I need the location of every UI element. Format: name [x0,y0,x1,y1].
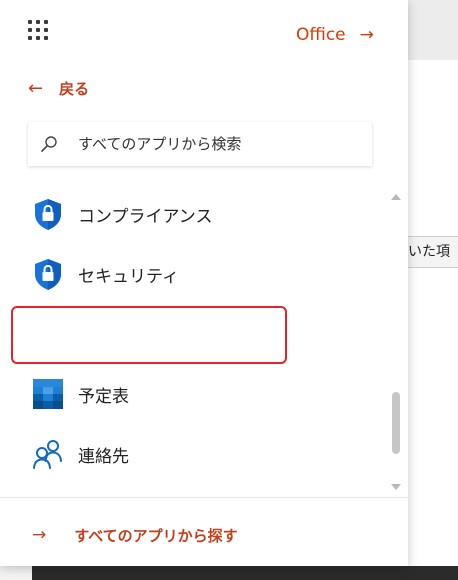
scroll-thumb[interactable] [392,392,400,454]
scroll-up-icon[interactable] [391,194,401,200]
app-item-admin[interactable]: A 管理 [0,304,380,364]
explore-all-apps-label: すべてのアプリから探す [74,526,238,545]
search-input[interactable] [76,134,370,154]
background-content [400,60,458,566]
back-label: 戻る [59,79,90,98]
search-box[interactable] [28,122,372,166]
app-launcher-panel: Office → ← 戻る コンプライアンス [0,0,408,566]
app-item-compliance[interactable]: コンプライアンス [0,184,380,244]
app-list-scrollbar[interactable] [388,190,404,494]
office-link[interactable]: Office → [296,24,374,46]
app-label: 予定表 [78,386,129,407]
app-label: 連絡先 [78,446,129,467]
admin-icon: A [34,319,64,349]
shield-lock-icon [35,199,61,230]
app-label: セキュリティ [78,266,179,287]
app-label: 管理 [78,326,112,347]
arrow-right-icon: → [32,525,47,545]
people-icon [33,440,62,469]
shield-lock-icon [35,259,61,290]
explore-all-apps-link[interactable]: → すべてのアプリから探す [32,522,238,548]
calendar-icon [33,379,63,409]
search-icon [41,136,57,152]
footer-divider [0,497,408,498]
arrow-left-icon: ← [28,77,44,99]
app-launcher-waffle-icon[interactable] [28,20,50,42]
app-item-calendar[interactable]: 予定表 [0,364,380,424]
scroll-down-icon[interactable] [391,484,401,490]
app-list: コンプライアンス セキュリティ A 管理 予定表 連絡先 [0,184,408,496]
back-button[interactable]: ← 戻る [28,76,89,100]
svg-text:A: A [38,329,47,342]
app-item-contacts[interactable]: 連絡先 [0,424,380,484]
background-tab-label: いた項 [408,244,450,260]
arrow-right-icon: → [359,25,374,45]
office-label: Office [296,25,346,45]
background-tab[interactable]: いた項 [400,236,458,268]
background-header [400,0,458,61]
app-item-security[interactable]: セキュリティ [0,244,380,304]
app-label: コンプライアンス [78,206,213,227]
background-bottom-bar [32,566,458,580]
